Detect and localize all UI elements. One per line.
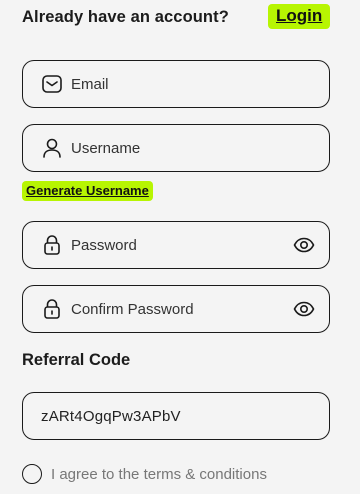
email-placeholder: Email bbox=[71, 75, 109, 93]
referral-code-title: Referral Code bbox=[22, 351, 131, 369]
confirm-password-field[interactable]: Confirm Password bbox=[22, 285, 330, 333]
email-field[interactable]: Email bbox=[22, 60, 330, 108]
mail-icon bbox=[41, 73, 63, 95]
user-icon bbox=[41, 137, 63, 159]
eye-icon[interactable] bbox=[293, 298, 315, 320]
eye-icon[interactable] bbox=[293, 234, 315, 256]
username-field[interactable]: Username bbox=[22, 124, 330, 172]
login-prompt-text: Already have an account? bbox=[22, 7, 229, 26]
referral-code-field[interactable]: zARt4OgqPw3APbV bbox=[22, 392, 330, 440]
lock-icon bbox=[41, 298, 63, 320]
terms-label: I agree to the terms & conditions bbox=[51, 465, 267, 483]
lock-icon bbox=[41, 234, 63, 256]
terms-checkbox[interactable] bbox=[22, 464, 42, 484]
login-prompt: Already have an account? Login bbox=[22, 4, 338, 30]
referral-code-value: zARt4OgqPw3APbV bbox=[41, 407, 181, 425]
username-placeholder: Username bbox=[71, 139, 141, 157]
password-placeholder: Password bbox=[71, 236, 137, 254]
terms-row: I agree to the terms & conditions bbox=[22, 464, 267, 484]
password-field[interactable]: Password bbox=[22, 221, 330, 269]
login-link[interactable]: Login bbox=[268, 4, 331, 29]
generate-username-button[interactable]: Generate Username bbox=[22, 181, 153, 201]
confirm-password-placeholder: Confirm Password bbox=[71, 300, 194, 318]
